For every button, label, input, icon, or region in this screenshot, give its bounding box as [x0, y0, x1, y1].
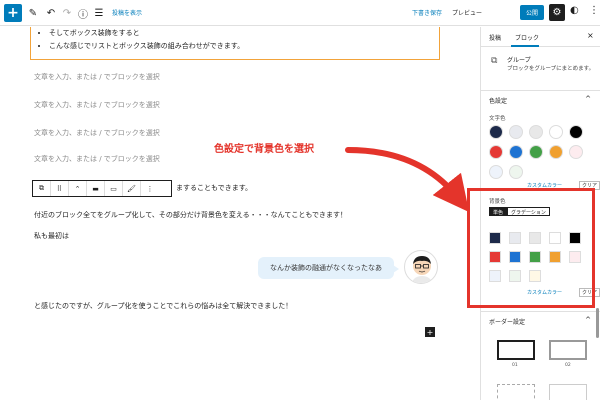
publish-button[interactable]: 公開 — [520, 5, 544, 20]
chevron-up-icon[interactable]: ^ — [585, 316, 591, 324]
preview-button[interactable]: プレビュー — [452, 8, 482, 17]
drag-handle-icon[interactable]: ⠿ — [51, 181, 69, 196]
text-color-swatch[interactable] — [529, 125, 543, 139]
list-view-icon[interactable]: ☰ — [92, 4, 106, 22]
inline-add-block-button[interactable]: + — [425, 327, 435, 337]
empty-paragraph-placeholder[interactable]: 文章を入力、または / でブロックを選択 — [34, 72, 160, 82]
save-draft-button[interactable]: 下書き保存 — [412, 8, 442, 17]
text-color-swatch[interactable] — [509, 125, 523, 139]
paragraph-text[interactable]: と感じたのですが、グループ化を使うことでこれらの悩みは全て解決できました！ — [34, 301, 292, 311]
settings-gear-icon[interactable]: ⚙ — [549, 4, 565, 21]
move-up-down-icon[interactable]: ⌃ — [69, 181, 87, 196]
chevron-up-icon[interactable]: ^ — [585, 95, 591, 103]
tab-post[interactable]: 投稿 — [489, 33, 501, 42]
text-color-swatch[interactable] — [509, 145, 523, 159]
tab-block[interactable]: ブロック — [515, 33, 539, 42]
block-more-icon[interactable]: ⋮ — [141, 181, 159, 196]
undo-icon[interactable]: ↶ — [44, 4, 58, 22]
theme-icon[interactable]: ◐ — [570, 5, 579, 16]
text-color-swatch[interactable] — [549, 125, 563, 139]
group-block-icon[interactable]: ⧉ — [33, 181, 51, 196]
text-color-swatch[interactable] — [489, 145, 503, 159]
text-color-swatch[interactable] — [489, 165, 503, 179]
style-icon[interactable]: ▭ — [105, 181, 123, 196]
text-color-swatch[interactable] — [529, 145, 543, 159]
active-tab-indicator — [511, 45, 539, 47]
border-settings-panel-header[interactable]: ボーダー設定 ^ — [481, 311, 600, 329]
callout-text: 色設定で背景色を選択 — [214, 144, 314, 155]
boxed-list-block[interactable]: そしてボックス装飾をすると こんな感じでリストとボックス装飾の組み合わせができま… — [30, 27, 440, 60]
sidebar-tabs: 投稿 ブロック × — [481, 27, 600, 47]
avatar — [404, 250, 438, 284]
info-icon[interactable]: ⓘ — [76, 4, 90, 22]
section-title: ボーダー設定 — [489, 319, 526, 326]
add-block-button[interactable]: + — [4, 4, 22, 22]
text-color-label: 文字色 — [489, 116, 506, 122]
text-color-swatch[interactable] — [549, 145, 563, 159]
section-title: 色設定 — [489, 98, 508, 105]
edit-tool-icon[interactable]: ✎ — [26, 4, 40, 22]
more-options-icon[interactable]: ⋮ — [589, 5, 599, 16]
empty-paragraph-placeholder[interactable]: 文章を入力、または / でブロックを選択 — [34, 128, 160, 138]
color-settings-panel-header[interactable]: 色設定 ^ — [481, 90, 600, 108]
paint-brush-icon[interactable]: 🖌 — [123, 181, 141, 196]
paragraph-text[interactable]: 付近のブロック全てをグループ化して、その部分だけ背景色を変える・・・なんてことも… — [34, 210, 347, 220]
border-option-label: 02 — [565, 363, 571, 368]
list-item[interactable]: そしてボックス装飾をすると — [49, 27, 439, 40]
align-icon[interactable]: ▬ — [87, 181, 105, 196]
empty-paragraph-placeholder[interactable]: 文章を入力、または / でブロックを選択 — [34, 154, 160, 164]
sidebar-scrollbar[interactable] — [596, 308, 599, 338]
top-toolbar: + ✎ ↶ ↷ ⓘ ☰ 投稿を表示 下書き保存 プレビュー 公開 ⚙ ◐ ⋮ — [0, 0, 600, 26]
border-style-option[interactable] — [497, 340, 535, 360]
text-color-swatch[interactable] — [509, 165, 523, 179]
redo-icon[interactable]: ↷ — [60, 4, 74, 22]
editor-canvas: そしてボックス装飾をすると こんな感じでリストとボックス装飾の組み合わせができま… — [0, 27, 480, 400]
text-color-swatch[interactable] — [569, 145, 583, 159]
border-style-option[interactable] — [549, 384, 587, 400]
block-description: ブロックをグループにまとめます。 — [507, 66, 595, 72]
border-style-option[interactable] — [497, 384, 535, 400]
border-option-label: 01 — [512, 363, 518, 368]
paragraph-text[interactable]: ますることもできます。 — [176, 183, 252, 193]
text-color-swatch[interactable] — [569, 125, 583, 139]
empty-paragraph-placeholder[interactable]: 文章を入力、または / でブロックを選択 — [34, 100, 160, 110]
speech-bubble[interactable]: なんか装飾の融通がなくなったなあ — [258, 257, 399, 279]
text-color-palette — [489, 125, 589, 179]
group-block-icon: ⧉ — [491, 56, 498, 66]
border-style-option[interactable] — [549, 340, 587, 360]
background-color-highlight-frame — [467, 188, 595, 308]
text-color-swatch[interactable] — [489, 125, 503, 139]
paragraph-text[interactable]: 私も最初は — [34, 231, 69, 241]
view-post-link[interactable]: 投稿を表示 — [112, 8, 142, 17]
block-title: グループ — [507, 57, 531, 64]
close-icon[interactable]: × — [587, 31, 594, 40]
list-item[interactable]: こんな感じでリストとボックス装飾の組み合わせができます。 — [49, 40, 439, 53]
block-toolbar: ⧉ ⠿ ⌃ ▬ ▭ 🖌 ⋮ — [32, 180, 172, 197]
